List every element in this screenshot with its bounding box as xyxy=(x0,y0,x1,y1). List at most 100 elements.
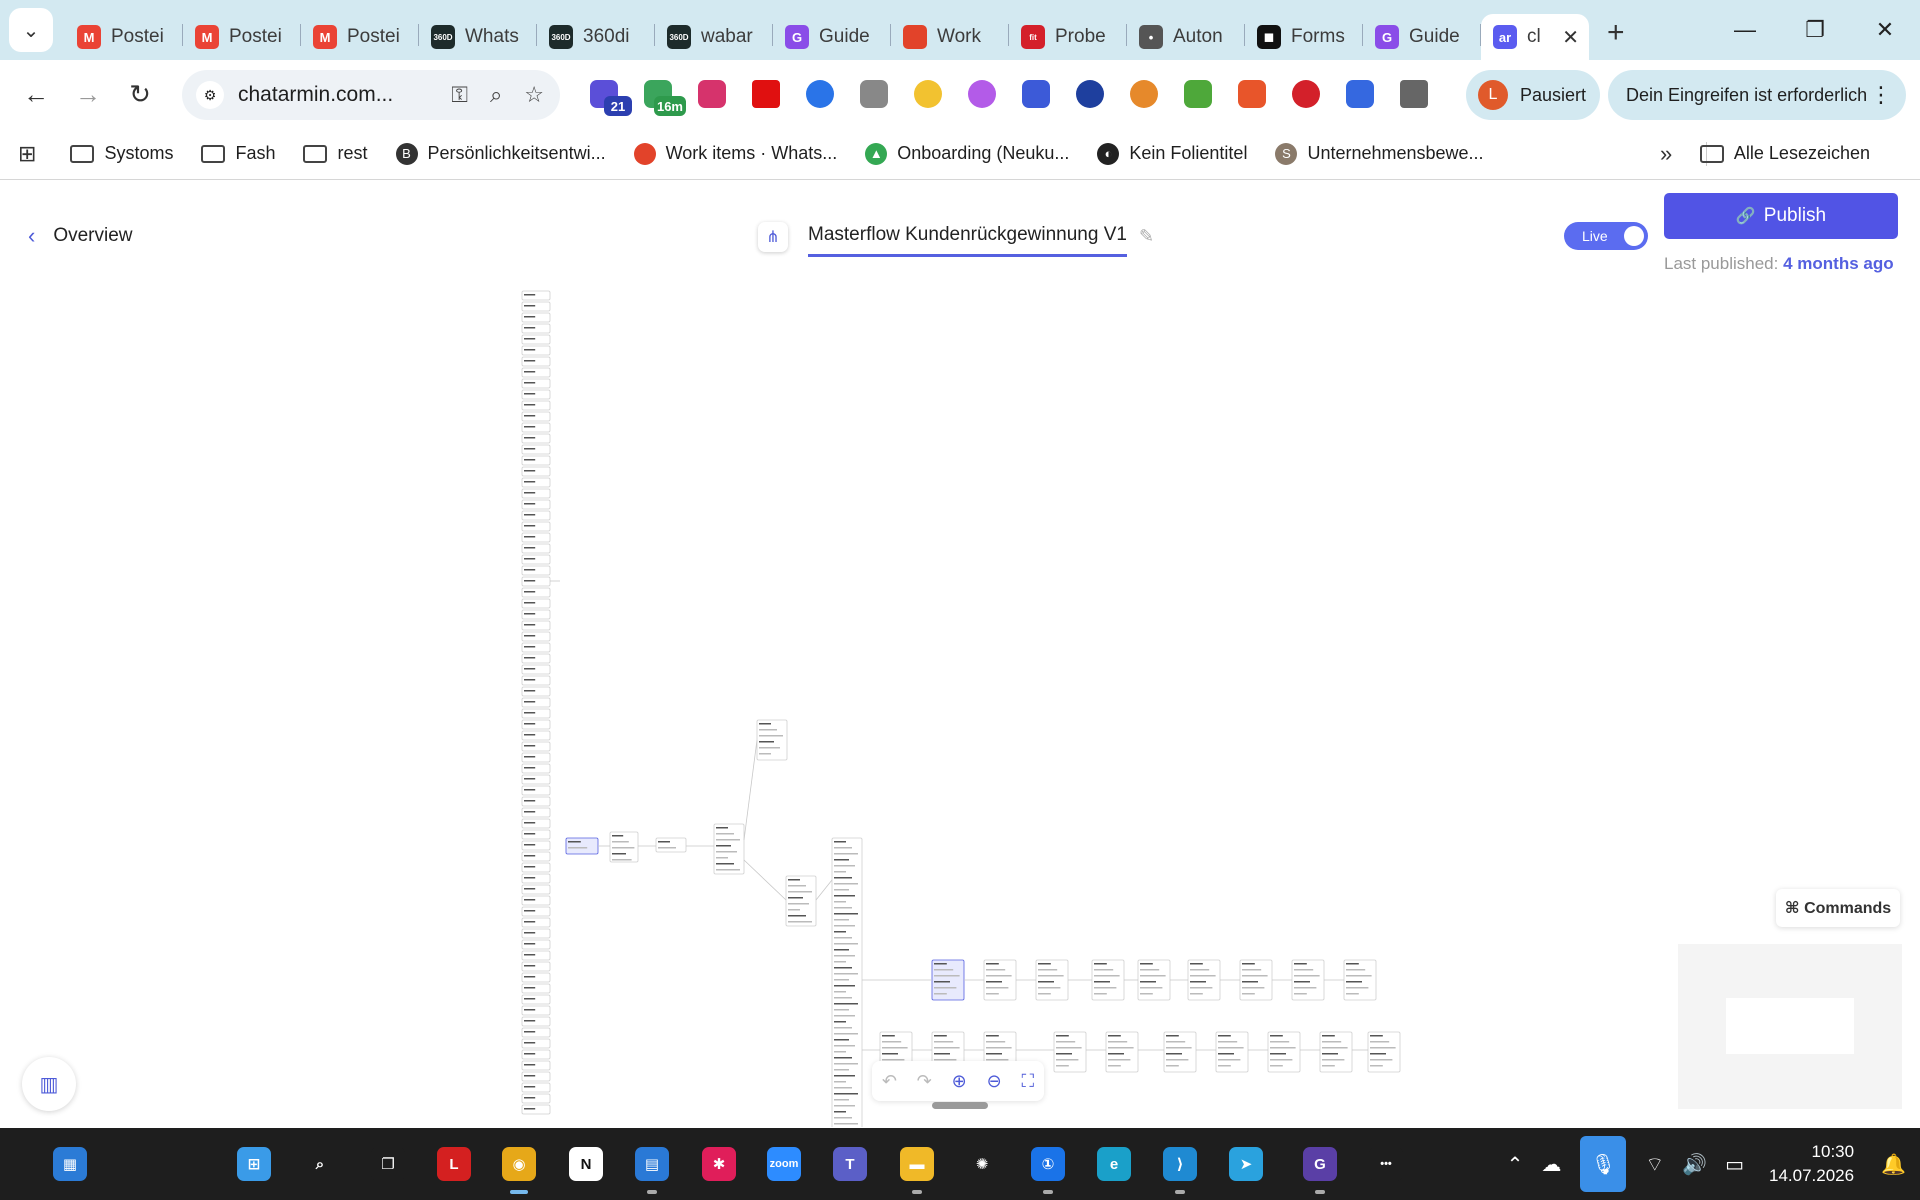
browser-tab[interactable]: • Auton xyxy=(1127,14,1245,60)
flow-node[interactable] xyxy=(1035,959,1069,1001)
flow-node[interactable] xyxy=(521,422,551,433)
browser-tab[interactable]: 360D Whats xyxy=(419,14,537,60)
extension-fox-icon[interactable] xyxy=(1232,74,1272,114)
extension-calendar-icon[interactable]: 16m xyxy=(638,74,686,116)
taskbar-app[interactable]: e xyxy=(1092,1142,1136,1186)
clock[interactable]: 10:30 14.07.2026 xyxy=(1769,1140,1854,1188)
flow-node[interactable] xyxy=(521,499,551,510)
flow-node[interactable] xyxy=(1163,1031,1197,1073)
browser-tab[interactable]: G Guide xyxy=(1363,14,1481,60)
bookmark-item[interactable]: rest xyxy=(303,143,368,164)
flow-node[interactable] xyxy=(521,983,551,994)
bookmark-item[interactable]: ◐ Kein Folientitel xyxy=(1097,142,1247,165)
flow-node[interactable] xyxy=(521,334,551,345)
wifi-icon[interactable]: ⌔ xyxy=(1645,1152,1664,1177)
flow-node[interactable] xyxy=(521,356,551,367)
taskbar-app[interactable]: ••• xyxy=(1364,1142,1408,1186)
flow-node[interactable] xyxy=(521,829,551,840)
flow-node[interactable] xyxy=(521,444,551,455)
flow-node[interactable] xyxy=(1367,1031,1401,1073)
flow-title-input[interactable]: Masterflow Kundenrückgewinnung V1 xyxy=(808,224,1127,257)
zoom-in-icon[interactable]: ⊕ xyxy=(952,1071,967,1092)
extensions-puzzle-icon[interactable] xyxy=(1394,74,1434,114)
notifications-icon[interactable]: 🔔 xyxy=(1881,1152,1906,1177)
flow-node[interactable] xyxy=(521,543,551,554)
browser-tab[interactable]: 360D wabar xyxy=(655,14,773,60)
flow-node[interactable] xyxy=(521,917,551,928)
flow-node[interactable] xyxy=(521,521,551,532)
publish-button[interactable]: 🔗 Publish xyxy=(1664,193,1898,239)
all-bookmarks-button[interactable]: Alle Lesezeichen xyxy=(1699,143,1870,164)
taskbar-app[interactable]: ◉ xyxy=(497,1142,541,1194)
flow-node[interactable] xyxy=(609,831,639,863)
flow-node[interactable] xyxy=(521,873,551,884)
profile-button[interactable]: L Pausiert xyxy=(1466,70,1600,120)
browser-tab[interactable]: 360D 360di xyxy=(537,14,655,60)
zoom-icon[interactable]: ⌕ xyxy=(490,82,502,108)
flow-node[interactable] xyxy=(565,837,599,855)
taskbar-app[interactable]: L xyxy=(432,1142,476,1186)
flow-node[interactable] xyxy=(521,323,551,334)
onedrive-icon[interactable]: ☁ xyxy=(1541,1152,1561,1177)
taskbar-app[interactable]: ⌕ xyxy=(298,1142,342,1186)
flow-node[interactable] xyxy=(521,433,551,444)
taskbar-app[interactable]: ▬ xyxy=(895,1142,939,1194)
flow-node[interactable] xyxy=(1105,1031,1139,1073)
analytics-button[interactable]: ▥ xyxy=(22,1057,76,1111)
flow-node[interactable] xyxy=(983,959,1017,1001)
bookmark-item[interactable]: ▲ Onboarding (Neuku... xyxy=(865,142,1069,165)
browser-tab[interactable]: fit Probe xyxy=(1009,14,1127,60)
taskbar-app[interactable]: ➤ xyxy=(1224,1142,1268,1186)
flow-node[interactable] xyxy=(521,741,551,752)
flow-node[interactable] xyxy=(521,642,551,653)
flow-node[interactable] xyxy=(521,939,551,950)
flow-node[interactable] xyxy=(521,1082,551,1093)
flow-node[interactable] xyxy=(521,609,551,620)
fit-view-icon[interactable]: ⛶ xyxy=(1021,1071,1034,1092)
flow-node[interactable] xyxy=(521,763,551,774)
battery-icon[interactable]: ▭ xyxy=(1725,1152,1744,1177)
flow-node[interactable] xyxy=(521,730,551,741)
flow-node[interactable] xyxy=(521,1093,551,1104)
flow-node[interactable] xyxy=(521,653,551,664)
flow-node[interactable] xyxy=(1343,959,1377,1001)
flow-node[interactable] xyxy=(756,719,788,761)
extension-picker-icon[interactable] xyxy=(746,74,786,114)
flow-node[interactable] xyxy=(521,1005,551,1016)
flow-node[interactable] xyxy=(521,455,551,466)
minimize-icon[interactable]: — xyxy=(1710,17,1780,43)
scroll-handle[interactable] xyxy=(932,1102,988,1109)
flow-node[interactable] xyxy=(521,972,551,983)
extension-figma-icon[interactable] xyxy=(692,74,732,114)
browser-tab[interactable]: M Postei xyxy=(65,14,183,60)
zoom-out-icon[interactable]: ⊖ xyxy=(987,1071,1002,1092)
taskbar-app[interactable]: zoom xyxy=(762,1142,806,1186)
close-tab-icon[interactable]: ✕ xyxy=(1562,25,1579,50)
flow-node[interactable] xyxy=(1053,1031,1087,1073)
flow-node[interactable] xyxy=(521,598,551,609)
flow-node[interactable] xyxy=(521,719,551,730)
flow-node[interactable] xyxy=(831,837,863,1127)
minimap-viewport[interactable] xyxy=(1726,998,1854,1054)
flow-node[interactable] xyxy=(521,1038,551,1049)
flow-node[interactable] xyxy=(1319,1031,1353,1073)
flow-node[interactable] xyxy=(521,862,551,873)
flow-node[interactable] xyxy=(521,664,551,675)
flow-node[interactable] xyxy=(1215,1031,1249,1073)
taskbar-app[interactable]: N xyxy=(564,1142,608,1186)
extension-c-icon[interactable] xyxy=(800,74,840,114)
flow-node[interactable] xyxy=(521,785,551,796)
undo-icon[interactable]: ↶ xyxy=(882,1071,897,1092)
flow-canvas[interactable] xyxy=(0,281,1920,1127)
volume-icon[interactable]: 🔊 xyxy=(1682,1152,1707,1177)
extension-snow-icon[interactable] xyxy=(1340,74,1380,114)
restore-icon[interactable]: ❐ xyxy=(1780,17,1850,43)
flow-node[interactable] xyxy=(521,587,551,598)
extension-ring-icon[interactable] xyxy=(962,74,1002,114)
flow-node[interactable] xyxy=(521,686,551,697)
flow-node[interactable] xyxy=(521,301,551,312)
flow-node[interactable] xyxy=(521,312,551,323)
bookmark-item[interactable]: Systoms xyxy=(70,143,173,164)
chevron-up-icon[interactable]: ⌃ xyxy=(1507,1152,1524,1177)
minimap[interactable] xyxy=(1678,944,1902,1109)
